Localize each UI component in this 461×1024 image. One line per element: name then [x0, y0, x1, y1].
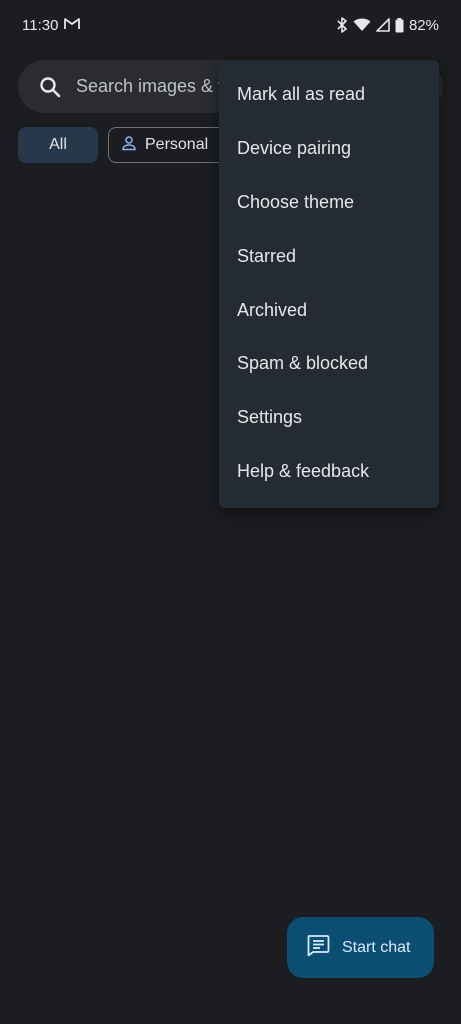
chip-personal-label: Personal [145, 136, 209, 153]
chip-all-label: All [49, 136, 67, 153]
search-icon[interactable] [38, 75, 62, 99]
status-bar: 11:30 82% [0, 0, 461, 50]
menu-item-spam-blocked[interactable]: Spam & blocked [219, 337, 439, 391]
menu-item-label: Settings [237, 407, 303, 428]
menu-item-label: Mark all as read [237, 84, 366, 105]
menu-item-help-feedback[interactable]: Help & feedback [219, 445, 439, 499]
menu-item-label: Choose theme [237, 191, 355, 212]
messages-screen: 11:30 82% Search images & v All Personal… [0, 0, 461, 1024]
menu-item-label: Starred [237, 245, 297, 266]
menu-item-label: Help & feedback [237, 460, 370, 481]
menu-item-settings[interactable]: Settings [219, 391, 439, 445]
filter-chip-all[interactable]: All [18, 127, 98, 163]
status-right: 82% [336, 17, 439, 34]
menu-item-starred[interactable]: Starred [219, 229, 439, 283]
overflow-menu: Mark all as read Device pairing Choose t… [219, 60, 439, 508]
person-icon [121, 135, 137, 156]
start-chat-button[interactable]: Start chat [287, 917, 434, 978]
wifi-icon [353, 18, 371, 32]
status-time: 11:30 [22, 16, 59, 34]
menu-item-choose-theme[interactable]: Choose theme [219, 176, 439, 230]
cell-signal-icon [376, 18, 390, 32]
menu-item-archived[interactable]: Archived [219, 283, 439, 337]
gmail-icon [64, 17, 81, 34]
message-icon [306, 934, 330, 961]
status-left: 11:30 [22, 16, 81, 34]
menu-item-device-pairing[interactable]: Device pairing [219, 122, 439, 176]
menu-item-mark-all-read[interactable]: Mark all as read [219, 68, 439, 122]
menu-item-label: Archived [237, 299, 308, 320]
filter-chip-personal[interactable]: Personal [108, 127, 228, 163]
start-chat-label: Start chat [342, 938, 411, 956]
battery-icon [395, 17, 404, 33]
menu-item-label: Spam & blocked [237, 353, 369, 374]
battery-percent: 82% [408, 16, 439, 34]
bluetooth-icon [336, 17, 348, 33]
menu-item-label: Device pairing [237, 138, 352, 159]
